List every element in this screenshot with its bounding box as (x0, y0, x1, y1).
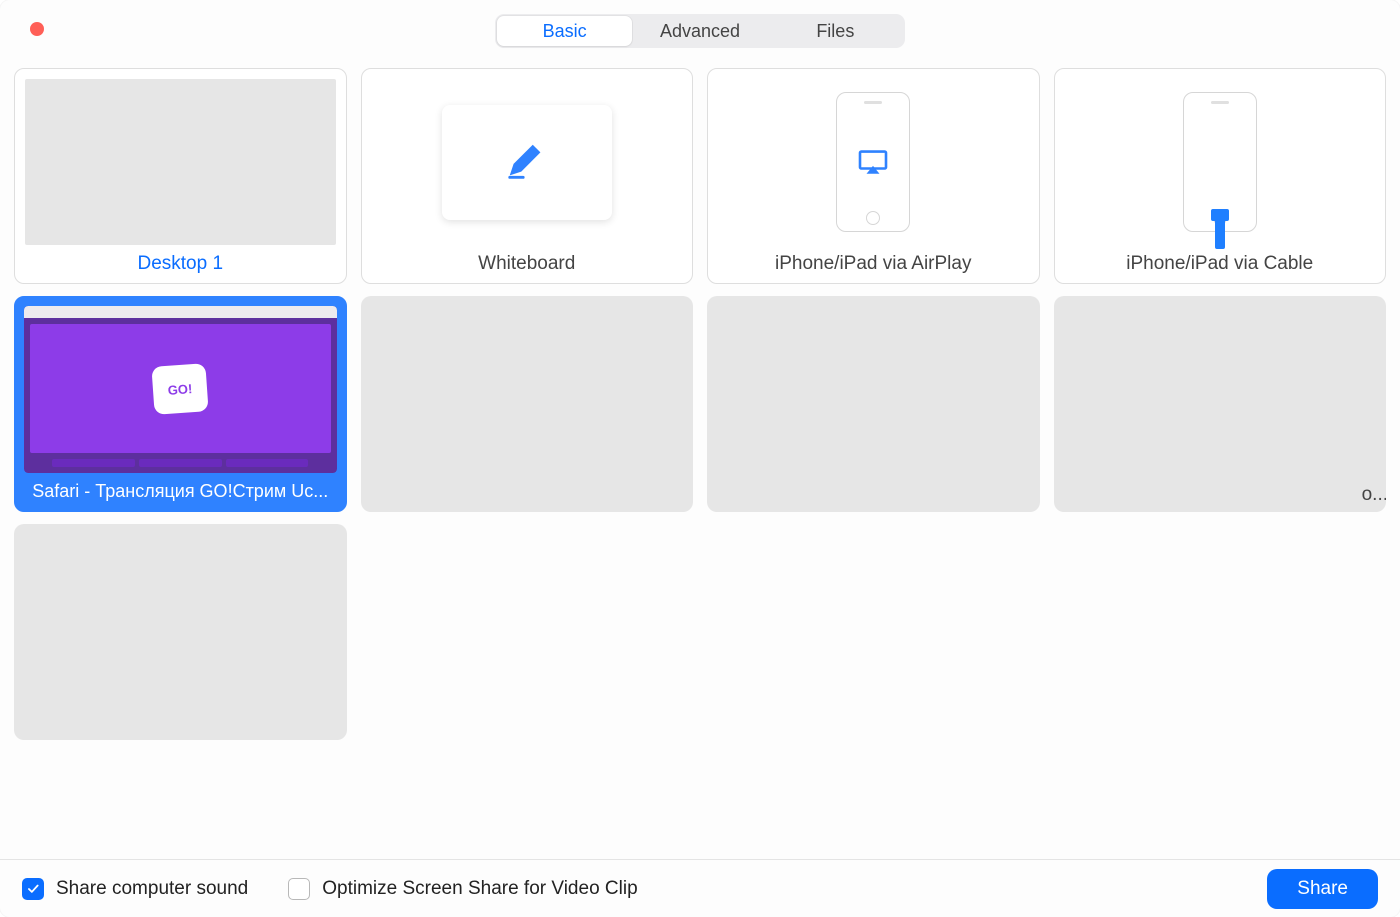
window-2-thumbnail (361, 296, 694, 512)
whiteboard-tile (442, 105, 612, 220)
option-window-2[interactable] (361, 296, 694, 512)
tab-advanced[interactable]: Advanced (632, 16, 767, 46)
window-4-thumbnail (1054, 296, 1387, 512)
option-whiteboard[interactable]: Whiteboard (361, 68, 694, 284)
cable-connector-icon (1215, 219, 1225, 249)
window-3-thumbnail (707, 296, 1040, 512)
airplay-icon (856, 149, 890, 175)
checkbox-checked-icon (22, 878, 44, 900)
safari-label: Safari - Трансляция GO!Стрим Uc... (16, 477, 345, 510)
cable-thumbnail (1065, 79, 1376, 245)
cable-label: iPhone/iPad via Cable (1055, 249, 1386, 283)
go-badge: GO! (152, 363, 209, 415)
option-window-3[interactable] (707, 296, 1040, 512)
share-button[interactable]: Share (1267, 869, 1378, 909)
safari-thumbnail: GO! (24, 306, 337, 473)
option-iphone-airplay[interactable]: iPhone/iPad via AirPlay (707, 68, 1040, 284)
option-iphone-cable[interactable]: iPhone/iPad via Cable (1054, 68, 1387, 284)
desktop-thumbnail (25, 79, 336, 245)
checkbox-unchecked-icon (288, 878, 310, 900)
checkbox-optimize-video[interactable]: Optimize Screen Share for Video Clip (288, 878, 637, 900)
window-5-thumbnail (14, 524, 347, 740)
tab-basic[interactable]: Basic (497, 16, 632, 46)
window-4-truncation: o... (1362, 484, 1386, 506)
dialog-footer: Share computer sound Optimize Screen Sha… (0, 859, 1400, 917)
option-window-5[interactable] (14, 524, 347, 740)
airplay-thumbnail (718, 79, 1029, 245)
desktop-label: Desktop 1 (15, 249, 346, 283)
whiteboard-thumbnail (372, 79, 683, 245)
share-options-grid: Desktop 1 Whiteboard (0, 58, 1400, 859)
share-sound-label: Share computer sound (56, 878, 248, 900)
airplay-label: iPhone/iPad via AirPlay (708, 249, 1039, 283)
share-screen-dialog: Basic Advanced Files Desktop 1 Whiteboar… (0, 0, 1400, 917)
optimize-label: Optimize Screen Share for Video Clip (322, 878, 637, 900)
iphone-outline-icon (836, 92, 910, 232)
option-desktop-1[interactable]: Desktop 1 (14, 68, 347, 284)
close-window-button[interactable] (30, 22, 44, 36)
whiteboard-label: Whiteboard (362, 249, 693, 283)
option-window-safari[interactable]: GO! Safari - Трансляция GO!Стрим Uc... (14, 296, 347, 512)
pen-icon (504, 139, 550, 185)
checkbox-share-sound[interactable]: Share computer sound (22, 878, 248, 900)
option-window-4[interactable]: o... (1054, 296, 1387, 512)
iphone-cable-icon (1183, 92, 1257, 232)
window-controls (30, 22, 44, 36)
tab-files[interactable]: Files (768, 16, 903, 46)
tab-bar: Basic Advanced Files (0, 0, 1400, 58)
